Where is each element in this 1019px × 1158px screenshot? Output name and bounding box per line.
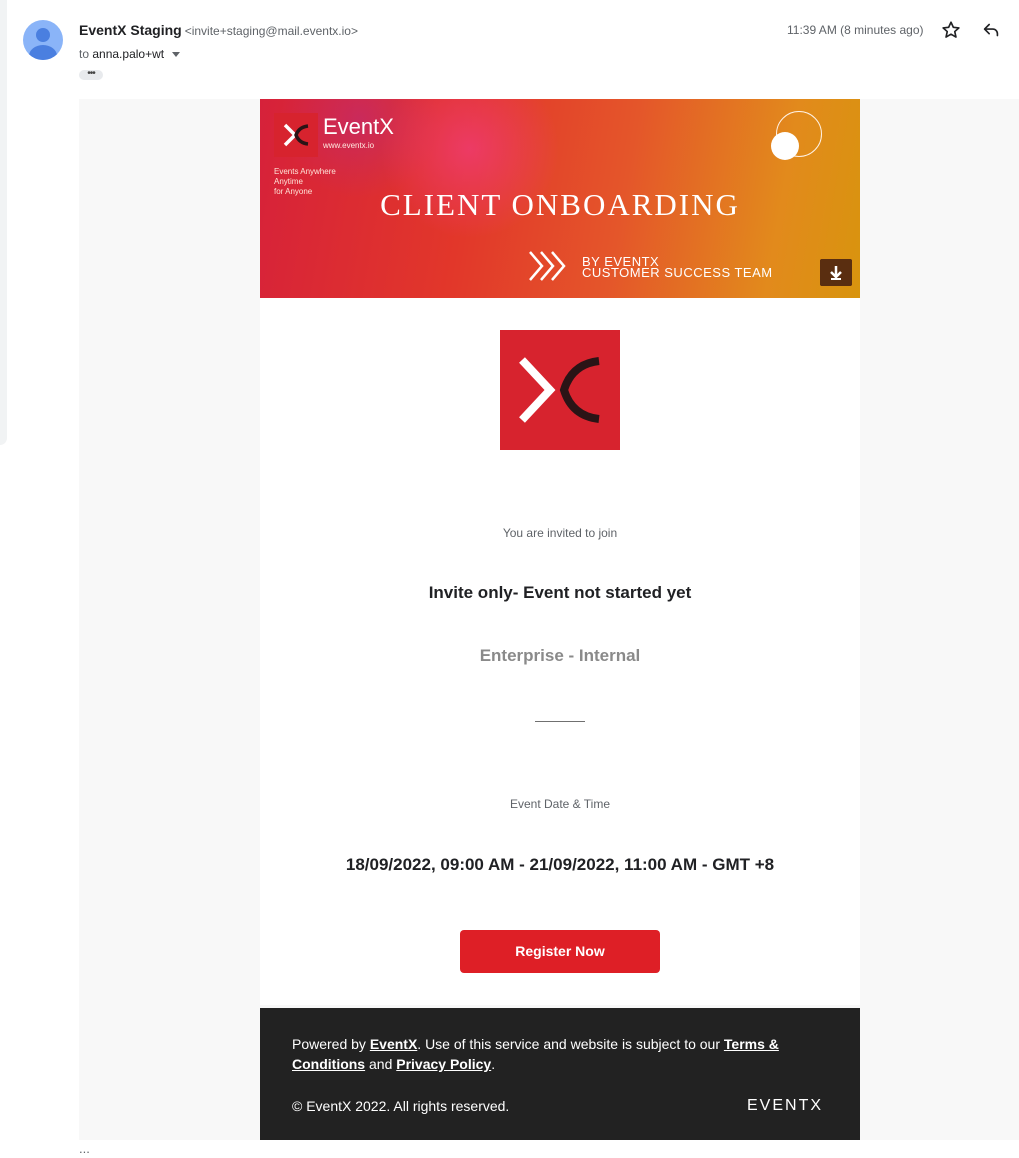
section-divider xyxy=(535,721,585,722)
left-panel-edge xyxy=(0,0,7,445)
email-footer: Powered by EventX. Use of this service a… xyxy=(260,1008,860,1140)
footer-legal-text: Powered by EventX. Use of this service a… xyxy=(292,1036,779,1072)
datetime-label: Event Date & Time xyxy=(509,797,611,811)
eventx-link[interactable]: EventX xyxy=(370,1036,417,1052)
reply-icon[interactable] xyxy=(980,19,1002,41)
copyright-text: © EventX 2022. All rights reserved. xyxy=(292,1098,510,1114)
recipient-name: anna.palo+wt xyxy=(92,47,165,61)
register-now-button[interactable]: Register Now xyxy=(460,930,660,973)
recipient-line: to anna.palo+wt xyxy=(79,47,181,61)
sender-avatar[interactable] xyxy=(23,20,63,60)
trimmed-content-indicator[interactable]: ... xyxy=(79,1141,90,1156)
eventx-wordmark-logo: EVENTX xyxy=(747,1097,824,1114)
organization-name: Enterprise - Internal xyxy=(479,646,641,665)
recipient-details-dropdown-icon[interactable] xyxy=(172,52,181,58)
show-trimmed-content-button[interactable]: ••• xyxy=(79,69,103,80)
card-lower-section: Enterprise - Internal Event Date & Time … xyxy=(260,0,860,1000)
sender-name[interactable]: EventX Staging xyxy=(79,22,182,38)
datetime-value: 18/09/2022, 09:00 AM - 21/09/2022, 11:00… xyxy=(345,855,775,874)
privacy-policy-link[interactable]: Privacy Policy xyxy=(396,1056,491,1072)
to-prefix: to xyxy=(79,47,90,61)
star-icon[interactable] xyxy=(940,19,962,41)
